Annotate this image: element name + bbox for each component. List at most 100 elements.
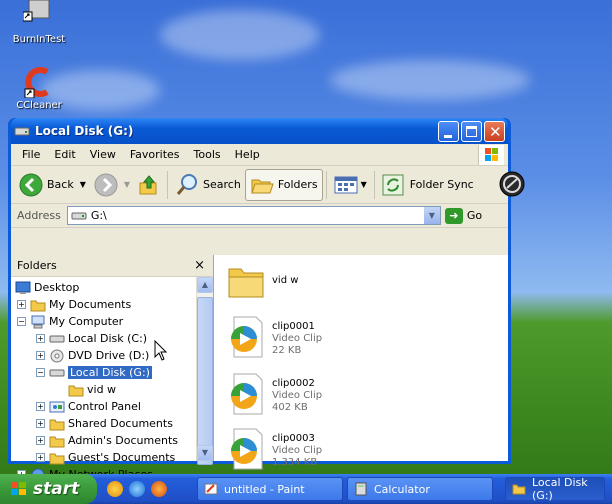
tree-item-local-disk-c[interactable]: + Local Disk (C:) <box>36 330 147 347</box>
folder-icon <box>30 298 46 312</box>
menu-tools[interactable]: Tools <box>187 148 228 161</box>
tree-item-admins-documents[interactable]: + Admin's Documents <box>36 432 178 449</box>
folders-label: Folders <box>277 178 318 191</box>
expand-icon[interactable]: + <box>36 436 45 445</box>
expand-icon[interactable]: + <box>36 419 45 428</box>
address-input[interactable]: G:\ ▼ <box>66 206 441 225</box>
quick-launch <box>107 481 167 497</box>
file-name: vid w <box>272 275 299 286</box>
file-item-clip0002[interactable]: clip0002 Video Clip 402 KB <box>226 372 322 416</box>
chevron-down-icon: ▼ <box>428 211 435 220</box>
task-button-paint[interactable]: untitled - Paint <box>197 477 343 501</box>
chevron-down-icon: ▼ <box>123 180 131 189</box>
desktop-icon-ccleaner[interactable]: CCleaner <box>4 66 74 111</box>
views-button[interactable]: ▼ <box>330 169 371 201</box>
folders-pane-header: Folders × <box>11 255 213 277</box>
search-button[interactable]: Search <box>171 169 245 201</box>
minimize-button[interactable] <box>438 120 459 142</box>
folders-button[interactable]: Folders <box>244 168 323 201</box>
folder-icon <box>49 451 65 465</box>
collapse-icon[interactable]: − <box>36 368 45 377</box>
tree-item-dvd-drive[interactable]: + DVD Drive (D:) <box>36 347 149 364</box>
file-size: 402 KB <box>272 402 308 413</box>
expand-icon[interactable]: + <box>36 453 45 462</box>
tree-item-label: Admin's Documents <box>68 434 179 447</box>
menu-help[interactable]: Help <box>228 148 267 161</box>
paint-icon <box>204 482 218 496</box>
file-name: clip0003 <box>272 433 315 444</box>
quicklaunch-app-icon[interactable] <box>107 481 123 497</box>
cloud <box>160 10 320 60</box>
close-icon[interactable]: × <box>194 258 205 273</box>
tree-item-vid-w[interactable]: vid w <box>68 381 116 398</box>
media-player-icon <box>226 427 266 471</box>
tree-item-local-disk-g[interactable]: − Local Disk (G:) <box>36 364 152 381</box>
expand-icon[interactable]: + <box>36 402 45 411</box>
tree-item-desktop[interactable]: Desktop <box>15 279 79 296</box>
start-label: start <box>33 479 80 499</box>
address-dropdown-button[interactable]: ▼ <box>423 207 440 224</box>
task-button-calculator[interactable]: Calculator <box>347 477 493 501</box>
up-folder-button[interactable] <box>134 169 164 201</box>
file-list: vid w clip0001 Video Clip 22 KB clip0002 <box>214 255 508 470</box>
folder-icon <box>49 417 65 431</box>
tree-item-guests-documents[interactable]: + Guest's Documents <box>36 449 175 466</box>
file-item-clip0001[interactable]: clip0001 Video Clip 22 KB <box>226 315 322 359</box>
menu-favorites[interactable]: Favorites <box>123 148 187 161</box>
file-item-clip0003[interactable]: clip0003 Video Clip 1,334 KB <box>226 427 322 471</box>
maximize-button[interactable] <box>461 120 482 142</box>
content-panes: Folders × Desktop + My Documents − My Co… <box>11 255 508 481</box>
back-arrow-icon <box>19 173 43 196</box>
back-label: Back <box>47 178 74 191</box>
desktop-icon-burnintest[interactable]: BurnInTest <box>4 0 74 45</box>
search-label: Search <box>203 178 241 191</box>
task-label: Calculator <box>374 482 430 496</box>
firefox-icon[interactable] <box>151 481 167 497</box>
task-button-local-disk-g[interactable]: Local Disk (G:) <box>505 476 605 502</box>
title-bar[interactable]: Local Disk (G:) ✕ <box>11 118 508 144</box>
menu-edit[interactable]: Edit <box>47 148 82 161</box>
close-button[interactable]: ✕ <box>484 120 505 142</box>
internet-explorer-icon[interactable] <box>129 481 145 497</box>
ccleaner-icon <box>23 66 55 99</box>
start-button[interactable]: start <box>0 474 97 504</box>
file-size: 1,334 KB <box>272 457 318 468</box>
folder-sync-button[interactable]: Folder Sync <box>378 169 478 201</box>
file-type: Video Clip <box>272 333 323 344</box>
tree-item-control-panel[interactable]: + Control Panel <box>36 398 141 415</box>
calculator-icon <box>354 482 368 496</box>
back-button[interactable]: Back ▼ <box>15 169 90 201</box>
control-panel-icon <box>49 400 65 414</box>
menu-view[interactable]: View <box>83 148 123 161</box>
sync-overlay-icon <box>498 170 526 201</box>
drive-icon <box>14 124 30 138</box>
tree-item-my-documents[interactable]: + My Documents <box>17 296 131 313</box>
scroll-down-icon[interactable]: ▼ <box>197 445 213 461</box>
task-label: Local Disk (G:) <box>532 476 588 502</box>
chevron-down-icon[interactable]: ▼ <box>80 180 86 189</box>
expand-icon[interactable]: + <box>17 300 26 309</box>
tree-item-label: Shared Documents <box>68 417 173 430</box>
tree-scrollbar[interactable]: ▲ ▼ <box>196 277 213 465</box>
scroll-thumb[interactable] <box>197 297 213 465</box>
tree-item-shared-documents[interactable]: + Shared Documents <box>36 415 173 432</box>
folders-icon <box>251 179 274 193</box>
expand-icon[interactable]: + <box>36 334 45 343</box>
tree-item-label: vid w <box>87 383 117 396</box>
desktop-icon <box>15 281 31 295</box>
tree-item-my-computer[interactable]: − My Computer <box>17 313 123 330</box>
expand-icon[interactable]: + <box>36 351 45 360</box>
go-button[interactable]: ➜ Go <box>444 207 482 224</box>
chevron-down-icon[interactable]: ▼ <box>361 180 367 189</box>
address-bar: Address G:\ ▼ ➜ Go <box>11 204 508 228</box>
tree-item-label: DVD Drive (D:) <box>68 349 150 362</box>
forward-button[interactable]: ▼ <box>90 169 134 201</box>
minimize-icon <box>444 134 452 138</box>
file-name: clip0002 <box>272 378 315 389</box>
explorer-window: Local Disk (G:) ✕ File Edit View Favorit… <box>8 118 511 481</box>
collapse-icon[interactable]: − <box>17 317 26 326</box>
file-item-vid-w[interactable]: vid w <box>226 261 298 305</box>
folders-pane-title: Folders <box>17 259 57 272</box>
menu-file[interactable]: File <box>15 148 47 161</box>
scroll-up-icon[interactable]: ▲ <box>197 277 213 293</box>
